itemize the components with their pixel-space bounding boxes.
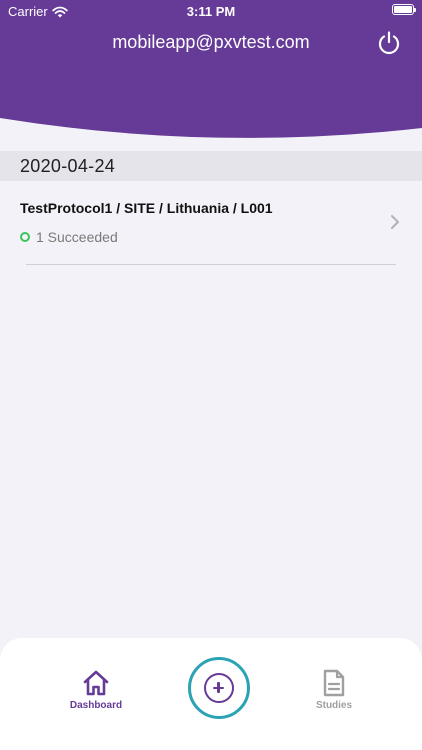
list-item-status: 1 Succeeded (20, 229, 118, 245)
battery-icon (392, 4, 416, 15)
tab-dashboard[interactable]: Dashboard (56, 668, 136, 711)
tab-dashboard-label: Dashboard (69, 700, 123, 711)
status-dot-icon (20, 232, 30, 242)
status-bar: Carrier 3:11 PM (0, 0, 422, 24)
list-item-title: TestProtocol1 / SITE / Lithuania / L001 (20, 200, 273, 216)
document-icon (323, 669, 345, 697)
date-label: 2020-04-24 (20, 156, 116, 176)
chevron-right-icon (391, 215, 399, 229)
add-button[interactable] (188, 657, 250, 719)
header-curve-mask (0, 118, 422, 152)
divider (26, 264, 396, 265)
add-circle-icon (204, 673, 234, 703)
list-item[interactable]: TestProtocol1 / SITE / Lithuania / L001 … (0, 182, 422, 266)
page-title: mobileapp@pxvtest.com (112, 32, 310, 52)
tab-studies-label: Studies (315, 700, 353, 711)
tab-studies[interactable]: Studies (294, 668, 374, 711)
power-icon[interactable] (376, 30, 402, 56)
status-time: 3:11 PM (186, 4, 236, 19)
home-icon (83, 670, 109, 696)
tab-bar: Dashboard Studies (0, 638, 422, 750)
date-section-header: 2020-04-24 (0, 151, 422, 181)
status-text: 1 Succeeded (36, 229, 118, 245)
